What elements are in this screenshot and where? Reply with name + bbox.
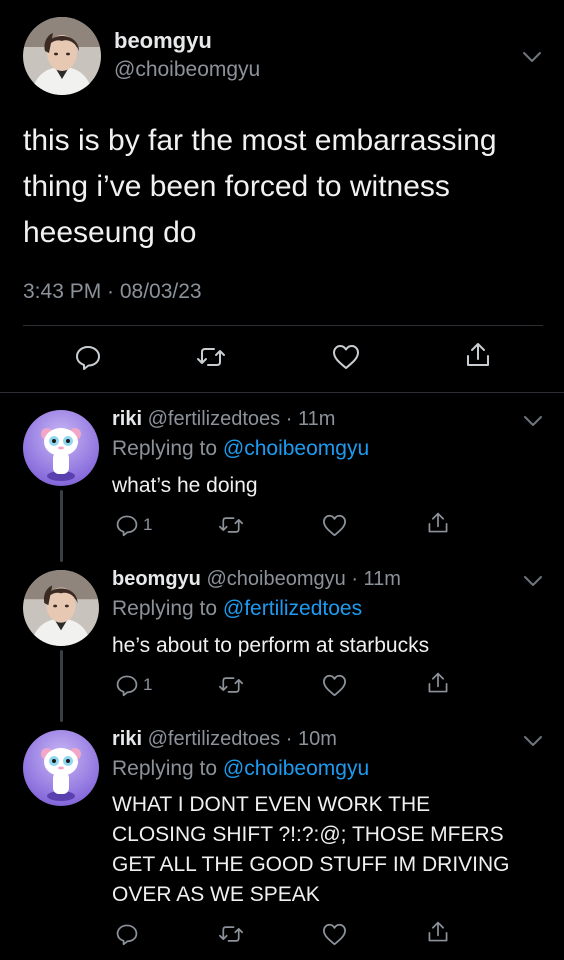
replying-to: Replying to @choibeomgyu — [112, 437, 369, 461]
tweet-text-line: thing i’ve been forced to witness — [23, 170, 450, 203]
avatar[interactable] — [23, 570, 99, 646]
chevron-down-icon[interactable] — [522, 730, 544, 752]
reply-text: he’s about to perform at starbucks — [112, 631, 429, 661]
tweet-text-line: heeseung do — [23, 216, 197, 249]
retweet-icon[interactable] — [196, 343, 226, 371]
thread-line — [60, 490, 63, 562]
chevron-down-icon[interactable] — [522, 410, 544, 432]
handle[interactable]: @fertilizedtoes — [148, 728, 281, 750]
display-name[interactable]: riki — [112, 408, 142, 430]
reply-icon[interactable] — [115, 922, 139, 946]
thread-line — [60, 650, 63, 722]
handle[interactable]: @choibeomgyu — [114, 58, 260, 82]
reply-time: · 11m — [285, 408, 336, 430]
reply-text-line: GET ALL THE GOOD STUFF IM DRIVING — [112, 853, 510, 876]
reply-text-line: WHAT I DONT EVEN WORK THE — [112, 793, 431, 816]
like-icon[interactable] — [322, 923, 347, 946]
reply-icon[interactable] — [115, 673, 139, 697]
reply-count: 1 — [143, 675, 153, 694]
reply-time: · 11m — [351, 568, 401, 590]
display-name[interactable]: beomgyu — [112, 568, 201, 590]
avatar[interactable] — [23, 17, 101, 95]
chevron-down-icon[interactable] — [522, 570, 544, 592]
reply-time: · 10m — [285, 728, 337, 750]
display-name[interactable]: beomgyu — [114, 28, 212, 54]
replying-to: Replying to @choibeomgyu — [112, 757, 369, 781]
tweet-text-line: this is by far the most embarrassing — [23, 124, 497, 157]
reply-header: riki @fertilizedtoes · 11m — [112, 408, 335, 431]
divider — [23, 325, 543, 326]
share-icon[interactable] — [426, 920, 450, 944]
main-tweet: beomgyu @choibeomgyu this is by far the … — [0, 0, 564, 392]
replying-prefix: Replying to — [112, 597, 223, 620]
like-icon[interactable] — [332, 344, 360, 370]
reply-text-line: OVER AS WE SPEAK — [112, 883, 320, 906]
retweet-icon[interactable] — [218, 922, 244, 946]
reply-header: riki @fertilizedtoes · 10m — [112, 728, 337, 751]
tweet-text: this is by far the most embarrassing thi… — [23, 118, 533, 256]
replying-prefix: Replying to — [112, 437, 223, 460]
chevron-down-icon[interactable] — [521, 46, 543, 68]
avatar[interactable] — [23, 730, 99, 806]
like-icon[interactable] — [322, 674, 347, 697]
reply-text-line: what’s he doing — [112, 474, 258, 497]
mention-link[interactable]: @choibeomgyu — [223, 757, 369, 780]
handle[interactable]: @fertilizedtoes — [148, 408, 281, 430]
share-icon[interactable] — [464, 341, 492, 369]
share-icon[interactable] — [426, 511, 450, 535]
reply-text-line: CLOSING SHIFT ?!:?:@; THOSE MFERS — [112, 823, 504, 846]
timestamp[interactable]: 3:43 PM · 08/03/23 — [23, 280, 202, 304]
replying-to: Replying to @fertilizedtoes — [112, 597, 362, 621]
mention-link[interactable]: @fertilizedtoes — [223, 597, 362, 620]
handle[interactable]: @choibeomgyu — [206, 568, 345, 590]
display-name[interactable]: riki — [112, 728, 142, 750]
like-icon[interactable] — [322, 514, 347, 537]
avatar[interactable] — [23, 410, 99, 486]
share-icon[interactable] — [426, 671, 450, 695]
divider — [0, 392, 564, 393]
reply-header: beomgyu @choibeomgyu · 11m — [112, 568, 401, 591]
reply-count: 1 — [143, 515, 153, 534]
reply-icon[interactable] — [74, 343, 102, 371]
reply-text: what’s he doing — [112, 471, 258, 501]
reply-text-line: he’s about to perform at starbucks — [112, 634, 430, 657]
replying-prefix: Replying to — [112, 757, 223, 780]
mention-link[interactable]: @choibeomgyu — [223, 437, 369, 460]
reply-icon[interactable] — [115, 513, 139, 537]
reply-text: WHAT I DONT EVEN WORK THE CLOSING SHIFT … — [112, 790, 552, 910]
retweet-icon[interactable] — [218, 513, 244, 537]
retweet-icon[interactable] — [218, 673, 244, 697]
